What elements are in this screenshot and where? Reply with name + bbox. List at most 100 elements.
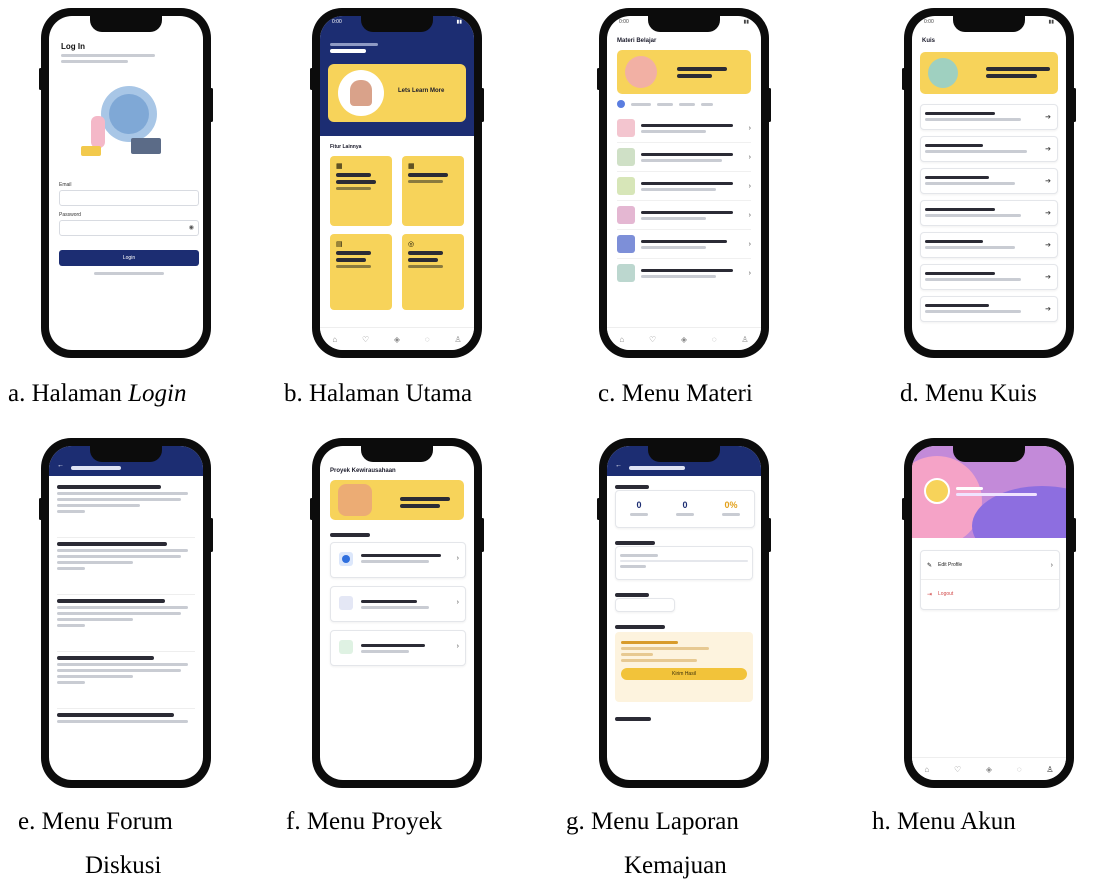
list-item[interactable]: › — [617, 114, 751, 143]
phone-frame: 0:00 ▮▮ Materi Belajar › › › › › › ⌂ ♡ ◈ ◌ ♙ — [597, 8, 771, 358]
chevron-right-icon: › — [748, 269, 751, 277]
caption-h: h. Menu Akun — [872, 808, 1016, 835]
eye-icon[interactable]: ◉ — [189, 224, 194, 231]
category-tabs[interactable] — [617, 100, 751, 108]
bell-icon[interactable]: ◌ — [425, 335, 430, 344]
kuis-screen: 0:00 ▮▮ Kuis ➔ ➔ ➔ ➔ ➔ ➔ ➔ — [912, 16, 1066, 350]
avatar[interactable] — [924, 478, 950, 504]
materi-screen: 0:00 ▮▮ Materi Belajar › › › › › › ⌂ ♡ ◈ ◌ ♙ — [607, 16, 761, 350]
forum-post[interactable] — [57, 713, 195, 743]
user-icon[interactable]: ♙ — [1046, 765, 1053, 774]
stat-value: 0 — [682, 499, 688, 510]
list-item[interactable]: › — [617, 201, 751, 230]
home-icon[interactable]: ⌂ — [332, 335, 337, 344]
forum-post[interactable] — [57, 599, 195, 652]
email-field[interactable] — [59, 190, 199, 206]
quiz-card[interactable]: ➔ — [920, 296, 1058, 322]
phone-frame: Proyek Kewirausahaan › › › — [310, 438, 484, 788]
quiz-card[interactable]: ➔ — [920, 104, 1058, 130]
password-field[interactable]: ◉ — [59, 220, 199, 236]
phone-frame: 0:00 ▮▮ Kuis ➔ ➔ ➔ ➔ ➔ ➔ ➔ — [902, 8, 1076, 358]
phone-frame: ← 0 0 0% Kirim Hasil — [597, 438, 771, 788]
project-card[interactable]: › — [330, 586, 466, 622]
heart-icon[interactable]: ♡ — [362, 335, 369, 344]
proyek-banner — [330, 480, 464, 520]
globe-illustration — [71, 76, 181, 166]
phone-frame: 0:00 ▮▮ Lets Learn More Fitur Lainnya ▦ ▦ — [310, 8, 484, 358]
user-icon[interactable]: ♙ — [741, 335, 748, 344]
forum-post[interactable] — [57, 656, 195, 709]
kuis-title: Kuis — [922, 38, 936, 44]
email-label: Email — [59, 182, 72, 188]
feature-card-kuis[interactable]: ▦ — [402, 156, 464, 226]
arrow-right-icon: ➔ — [1045, 274, 1051, 281]
list-item[interactable]: › — [617, 230, 751, 259]
caption-e: e. Menu Forum — [18, 808, 173, 835]
kuis-banner — [920, 52, 1058, 94]
user-icon[interactable]: ♙ — [454, 335, 461, 344]
quiz-card[interactable]: ➔ — [920, 136, 1058, 162]
arrow-right-icon: ➔ — [1045, 114, 1051, 121]
phone-frame: ← — [39, 438, 213, 788]
heart-icon[interactable]: ♡ — [649, 335, 656, 344]
caption-a: a. Halaman Login — [8, 380, 187, 407]
bell-icon[interactable]: ◌ — [1017, 765, 1022, 774]
quiz-card[interactable]: ➔ — [920, 264, 1058, 290]
feature-card-laporan[interactable]: ◎ — [402, 234, 464, 310]
chart-icon[interactable]: ◈ — [394, 335, 400, 344]
reminder-button[interactable]: Kirim Hasil — [621, 668, 747, 680]
chevron-right-icon: › — [748, 211, 751, 219]
arrow-right-icon: ➔ — [1045, 242, 1051, 249]
login-screen: Log In Email Password ◉ Login — [49, 16, 203, 350]
home-screen: 0:00 ▮▮ Lets Learn More Fitur Lainnya ▦ ▦ — [320, 16, 474, 350]
forum-post[interactable] — [57, 542, 195, 595]
project-card[interactable]: › — [330, 630, 466, 666]
chevron-right-icon: › — [1050, 561, 1053, 569]
forum-post[interactable] — [57, 485, 195, 538]
proyek-screen: Proyek Kewirausahaan › › › — [320, 446, 474, 780]
feature-card-forum[interactable]: ▤ — [330, 234, 392, 310]
menu-item-logout[interactable]: ⇥ Logout — [921, 580, 1059, 608]
laporan-screen: ← 0 0 0% Kirim Hasil — [607, 446, 761, 780]
quiz-card[interactable]: ➔ — [920, 200, 1058, 226]
phone-frame: ✎ Edit Profile › ⇥ Logout ⌂ ♡ ◈ ◌ ♙ — [902, 438, 1076, 788]
quiz-card[interactable]: ➔ — [920, 168, 1058, 194]
arrow-right-icon: ➔ — [1045, 210, 1051, 217]
arrow-right-icon: ➔ — [1045, 146, 1051, 153]
arrow-right-icon: ➔ — [1045, 178, 1051, 185]
forum-list — [57, 482, 195, 743]
feature-card-materi[interactable]: ▦ — [330, 156, 392, 226]
login-button[interactable]: Login — [59, 250, 199, 266]
list-item[interactable]: › — [617, 172, 751, 201]
list-item[interactable]: › — [617, 259, 751, 287]
chevron-right-icon: › — [748, 153, 751, 161]
bottom-nav: ⌂ ♡ ◈ ◌ ♙ — [607, 327, 761, 350]
password-label: Password — [59, 212, 81, 218]
back-arrow-icon[interactable]: ← — [615, 462, 622, 469]
heart-icon[interactable]: ♡ — [954, 765, 961, 774]
home-icon[interactable]: ⌂ — [924, 765, 929, 774]
chevron-right-icon: › — [748, 182, 751, 190]
chart-icon[interactable]: ◈ — [986, 765, 992, 774]
chevron-right-icon: › — [748, 240, 751, 248]
project-card[interactable]: › — [330, 542, 466, 578]
chevron-right-icon: › — [456, 599, 459, 606]
chart-icon[interactable]: ◈ — [681, 335, 687, 344]
quiz-card[interactable]: ➔ — [920, 232, 1058, 258]
quiz-list: ➔ ➔ ➔ ➔ ➔ ➔ ➔ — [920, 104, 1058, 322]
chevron-right-icon: › — [456, 555, 459, 562]
home-icon[interactable]: ⌂ — [619, 335, 624, 344]
caption-c: c. Menu Materi — [598, 380, 753, 407]
bell-icon[interactable]: ◌ — [712, 335, 717, 344]
login-title: Log In — [61, 42, 85, 51]
stat-value: 0% — [724, 499, 738, 510]
history-chip[interactable] — [615, 598, 675, 612]
back-arrow-icon[interactable]: ← — [57, 462, 64, 469]
home-banner[interactable]: Lets Learn More — [328, 64, 466, 122]
menu-item-edit-profile[interactable]: ✎ Edit Profile › — [921, 551, 1059, 580]
banner-text: Lets Learn More — [398, 88, 445, 94]
list-item[interactable]: › — [617, 143, 751, 172]
stat-value: 0 — [636, 499, 642, 510]
bottom-nav: ⌂ ♡ ◈ ◌ ♙ — [912, 757, 1066, 780]
materi-list: › › › › › › — [617, 114, 751, 287]
